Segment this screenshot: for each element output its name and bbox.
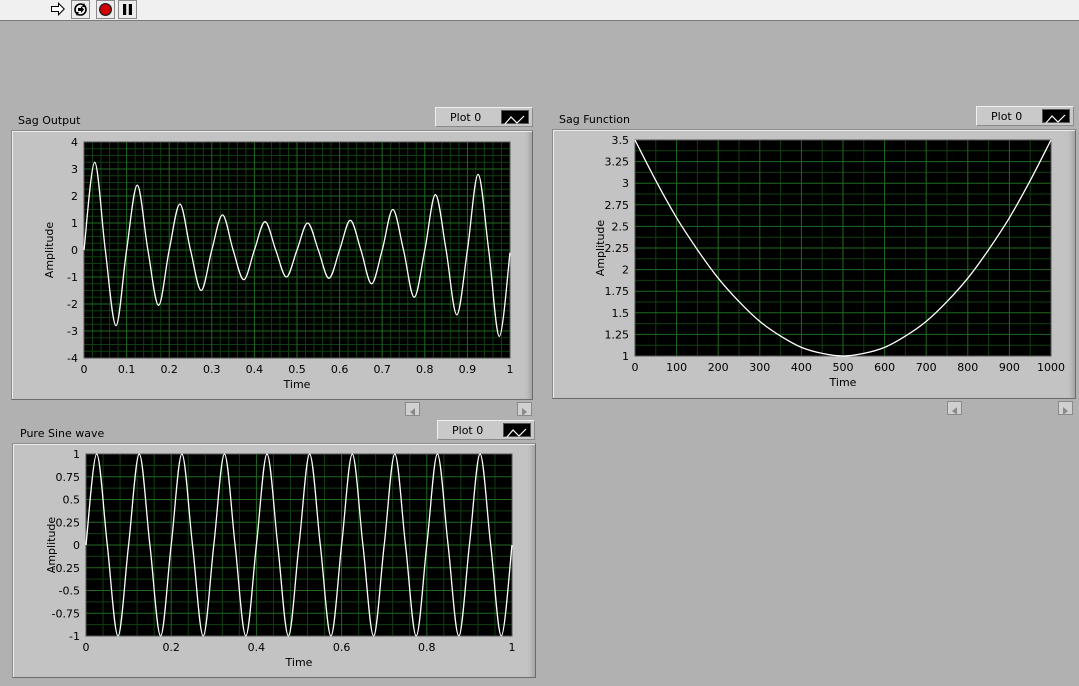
x-tick-label: 1000 [1037, 361, 1065, 374]
legend-label: Plot 0 [452, 424, 484, 437]
graph-label-sag-function: Sag Function [559, 113, 630, 126]
graph-label-sag-output: Sag Output [18, 114, 81, 127]
run-arrow-icon[interactable] [49, 0, 68, 19]
y-tick-label: 2 [71, 190, 78, 203]
y-tick-label: 2.5 [612, 220, 630, 233]
x-tick-label: 0.4 [246, 363, 264, 376]
y-tick-label: 2.25 [605, 242, 630, 255]
y-tick-label: 2.75 [605, 199, 630, 212]
y-tick-label: 1 [71, 217, 78, 230]
plot-legend[interactable]: Plot 0 [437, 420, 535, 440]
toolbar [0, 0, 1079, 21]
y-tick-label: 0 [71, 244, 78, 257]
line-plot-swatch-icon [1042, 109, 1070, 124]
x-axis-label: Time [283, 378, 311, 391]
x-tick-label: 300 [749, 361, 770, 374]
x-tick-label: 900 [999, 361, 1020, 374]
legend-label: Plot 0 [450, 111, 482, 124]
line-plot-swatch-icon [501, 110, 529, 125]
x-tick-label: 0.6 [333, 641, 351, 654]
x-tick-label: 0.2 [162, 641, 180, 654]
y-tick-label: 3.25 [605, 156, 630, 169]
x-tick-label: 0.1 [118, 363, 136, 376]
y-axis-label: Amplitude [594, 220, 607, 277]
x-tick-label: 0.4 [248, 641, 266, 654]
y-tick-label: 4 [71, 136, 78, 149]
y-tick-label: 1.25 [605, 328, 630, 341]
y-tick-label: 3 [622, 177, 629, 190]
y-tick-label: -0.75 [52, 607, 80, 620]
x-tick-label: 1 [509, 641, 516, 654]
scroll-right-button[interactable] [517, 402, 532, 416]
y-tick-label: 1 [622, 350, 629, 363]
y-tick-label: -4 [67, 352, 78, 365]
x-tick-label: 0.8 [416, 363, 434, 376]
x-tick-label: 700 [916, 361, 937, 374]
y-tick-label: 0.5 [63, 494, 81, 507]
x-tick-label: 400 [791, 361, 812, 374]
y-tick-label: 1 [73, 448, 80, 461]
x-axis-label: Time [829, 376, 857, 389]
y-axis-label: Amplitude [43, 222, 56, 279]
x-tick-label: 1 [507, 363, 514, 376]
y-tick-label: 0.25 [56, 516, 81, 529]
waveform-graph-pure-sine-wave[interactable]: 0 0.2 0.4 0.6 0.8 1 1 0.75 0.5 0.25 0 -0.25 -0.5 -0.7… [12, 443, 536, 678]
y-tick-label: -2 [67, 298, 78, 311]
y-tick-label: -1 [69, 630, 80, 643]
y-tick-label: 2 [622, 264, 629, 277]
graph-plot-pure-sine-wave: 0 0.2 0.4 0.6 0.8 110.750.50.250-0.25-0.5-0.7… [45, 448, 516, 669]
x-tick-label: 100 [666, 361, 687, 374]
run-continuously-icon[interactable] [71, 0, 90, 19]
legend-label: Plot 0 [991, 110, 1023, 123]
plot-legend[interactable]: Plot 0 [435, 107, 533, 127]
x-tick-label: 0.9 [459, 363, 477, 376]
x-tick-label: 0.5 [288, 363, 306, 376]
y-tick-label: 0.75 [56, 471, 81, 484]
x-tick-label: 0.6 [331, 363, 349, 376]
graph-label-pure-sine-wave: Pure Sine wave [20, 427, 105, 440]
y-tick-label: 3.5 [612, 134, 630, 147]
waveform-graph-sag-function[interactable]: 0 100 200 300 400 500 600 700 800 900 1000 3.5 3.25 3… [552, 129, 1076, 399]
graph-plot-sag-output: 0 0.1 0.2 0.3 0.4 0.5 0.6 0.7 0.8 0.9 1 4 3 2 1 0 -1 -2 -3… [43, 136, 514, 391]
y-tick-label: -0.5 [59, 585, 80, 598]
x-axis-label: Time [285, 656, 313, 669]
scroll-left-button[interactable] [405, 402, 420, 416]
y-tick-label: 1.5 [612, 307, 630, 320]
abort-execution-icon[interactable] [96, 0, 115, 19]
y-tick-label: 3 [71, 163, 78, 176]
line-plot-swatch-icon [503, 423, 531, 438]
x-tick-label: 600 [874, 361, 895, 374]
pause-icon[interactable] [118, 0, 137, 19]
scroll-right-button[interactable] [1058, 401, 1073, 415]
x-tick-label: 800 [957, 361, 978, 374]
x-tick-label: 0.7 [373, 363, 391, 376]
graph-plot-sag-function: 0 100 200 300 400 500 600 700 800 900 1000 3.5 3.25 3… [594, 134, 1065, 389]
scroll-left-button[interactable] [947, 401, 962, 415]
x-tick-label: 200 [708, 361, 729, 374]
x-tick-label: 0.2 [160, 363, 178, 376]
x-tick-label: 0 [83, 641, 90, 654]
x-tick-label: 500 [833, 361, 854, 374]
x-tick-label: 0.3 [203, 363, 221, 376]
x-tick-label: 0.8 [418, 641, 436, 654]
waveform-graph-sag-output[interactable]: 0 0.1 0.2 0.3 0.4 0.5 0.6 0.7 0.8 0.9 1 4 3 2 1 0 -1 -2 -3… [11, 130, 533, 400]
y-tick-label: 0 [73, 539, 80, 552]
x-tick-label: 0 [81, 363, 88, 376]
plot-legend[interactable]: Plot 0 [976, 106, 1074, 126]
y-axis-label: Amplitude [45, 517, 58, 574]
x-tick-label: 0 [632, 361, 639, 374]
y-tick-label: 1.75 [605, 285, 630, 298]
y-tick-label: -3 [67, 325, 78, 338]
y-tick-label: -1 [67, 271, 78, 284]
